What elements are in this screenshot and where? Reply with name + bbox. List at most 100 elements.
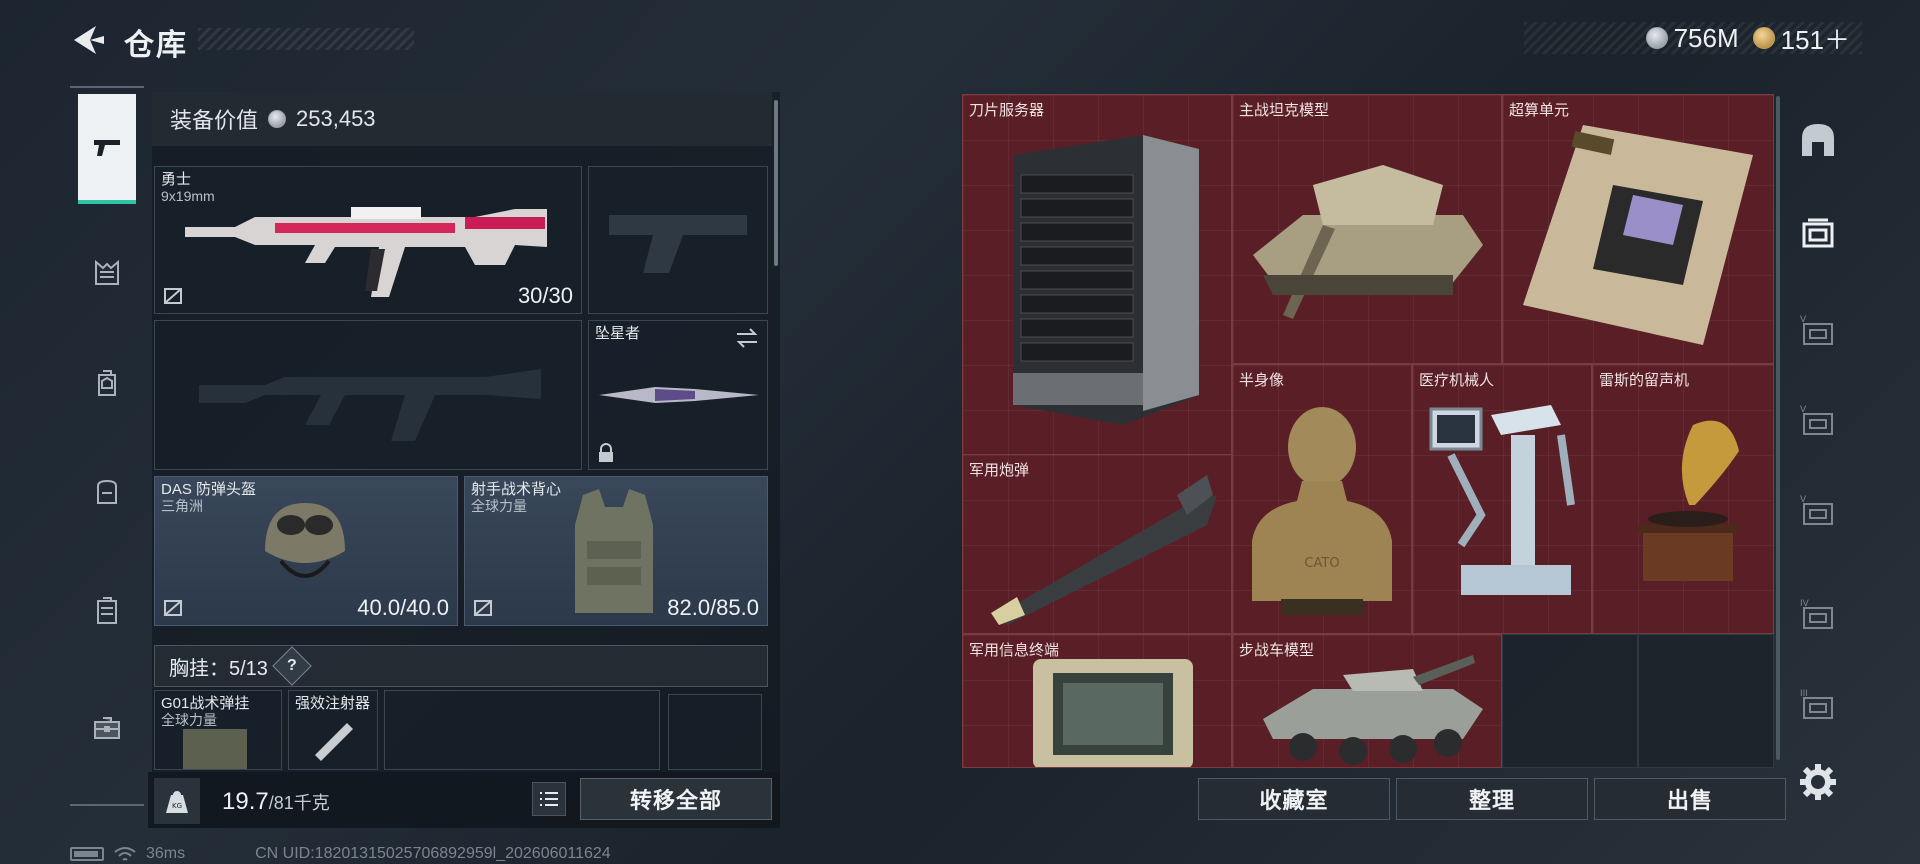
storage-item-tank-model[interactable]: 主战坦克模型: [1232, 94, 1502, 364]
vest-image: [575, 489, 653, 613]
injector-image: [315, 723, 353, 761]
wifi-icon: [114, 847, 136, 861]
storage-box-iii-icon: III: [1800, 689, 1833, 719]
organize-button[interactable]: 整理: [1396, 778, 1588, 820]
insured-flag-icon: [164, 288, 182, 304]
bust-inscription: CATO: [1304, 556, 1339, 571]
storage-slot-empty[interactable]: [1638, 634, 1774, 768]
storage-item-ifv-model[interactable]: 步战车模型: [1232, 634, 1502, 768]
rig-item-name: G01战术弹挂: [161, 695, 250, 712]
primary-weapon-durability: 30/30: [517, 283, 573, 308]
weight-icon: KG: [154, 778, 200, 824]
storage-box-v-icon: V: [1800, 405, 1833, 435]
storage-box-v-icon: V: [1800, 495, 1833, 525]
rig-slot-empty[interactable]: [668, 694, 762, 770]
nav-item-toolbox[interactable]: [78, 698, 136, 756]
tab-storage-1[interactable]: [1796, 212, 1840, 256]
nav-item-backpack[interactable]: [78, 462, 136, 520]
knife-image: [599, 387, 759, 403]
bust-image: CATO: [1252, 407, 1392, 615]
nav-item-weapons[interactable]: [78, 94, 136, 204]
title-decoration: [198, 28, 414, 50]
left-nav: [70, 86, 144, 806]
tab-safehouse[interactable]: [1796, 118, 1840, 162]
injector-slot[interactable]: 强效注射器: [288, 690, 378, 770]
item-name: 半身像: [1239, 372, 1285, 389]
item-name: 医疗机械人: [1419, 372, 1495, 389]
nav-divider: [70, 804, 144, 806]
weight-readout: 19.7/81千克: [222, 788, 330, 816]
rig-item-slot[interactable]: G01战术弹挂 全球力量: [154, 690, 282, 770]
tab-storage-4[interactable]: IV: [1796, 594, 1840, 638]
storage-slot-empty[interactable]: [1502, 634, 1638, 768]
nav-item-backpack-badge[interactable]: [78, 354, 136, 412]
storage-item-bust[interactable]: 半身像 CATO: [1232, 364, 1412, 634]
primary-weapon-slot[interactable]: 勇士 9x19mm 30/30: [154, 166, 582, 314]
smg-image: [185, 207, 547, 297]
insured-flag-icon: [474, 600, 492, 616]
gold-coin-icon: [1752, 27, 1775, 49]
terminal-image: [1033, 659, 1193, 767]
rifle-silhouette-icon: [199, 369, 541, 441]
tab-storage-5b[interactable]: V: [1796, 400, 1840, 444]
storage-item-artillery-shell[interactable]: 军用炮弹: [962, 454, 1232, 634]
rig-icon: [95, 259, 119, 285]
tab-storage-5c[interactable]: V: [1796, 490, 1840, 534]
storage-panel: 刀片服务器 主战坦克模型 超算单元 半身像 CATO 医疗机械人 雷斯的留声机 …: [962, 94, 1774, 768]
armor-name: 射手战术背心: [471, 481, 562, 498]
rig-grid-empty[interactable]: [384, 690, 660, 770]
silver-amount: 756M: [1673, 22, 1739, 53]
gramophone-image: [1637, 420, 1739, 581]
help-button[interactable]: ?: [272, 646, 312, 686]
melee-name: 坠星者: [595, 325, 641, 342]
currency-silver[interactable]: 756M: [1645, 22, 1739, 54]
lock-icon: [599, 443, 613, 462]
storage-scrollbar[interactable]: [1776, 96, 1780, 760]
storage-item-gramophone[interactable]: 雷斯的留声机: [1592, 364, 1774, 634]
status-line: 36ms CN UID:18201315025706892959l_202606…: [70, 845, 611, 863]
storage-item-military-terminal[interactable]: 军用信息终端: [962, 634, 1232, 768]
currency-gold[interactable]: 151＋: [1752, 20, 1850, 57]
pistol-slot-empty[interactable]: [588, 166, 768, 314]
pistol-silhouette-icon: [609, 215, 747, 273]
storage-item-compute-unit[interactable]: 超算单元: [1502, 94, 1774, 364]
uid-text: CN UID:18201315025706892959l_20260601162…: [255, 845, 611, 862]
ifv-image: [1263, 655, 1483, 765]
swap-icon[interactable]: [735, 327, 759, 349]
nav-item-case[interactable]: [78, 582, 136, 640]
tab-storage-5[interactable]: V: [1796, 310, 1840, 354]
item-name: 主战坦克模型: [1239, 102, 1330, 119]
equipment-scrollbar[interactable]: [774, 100, 778, 266]
storage-box-v-icon: V: [1800, 315, 1833, 345]
helmet-durability: 40.0/40.0: [357, 595, 449, 620]
melee-slot[interactable]: 坠星者: [588, 320, 768, 470]
medical-robot-image: [1429, 405, 1575, 595]
compute-board-image: [1523, 125, 1753, 345]
backpack-icon: [97, 479, 117, 504]
back-button[interactable]: [68, 20, 108, 60]
list-view-button[interactable]: [532, 782, 566, 816]
safehouse-icon: [1802, 124, 1834, 156]
ping-text: 36ms: [146, 845, 186, 862]
svg-text:IV: IV: [1800, 599, 1810, 609]
helmet-name: DAS 防弹头盔: [161, 481, 257, 498]
settings-button[interactable]: [1798, 762, 1838, 802]
sell-button[interactable]: 出售: [1594, 778, 1786, 820]
shell-image: [991, 475, 1217, 625]
collection-button[interactable]: 收藏室: [1198, 778, 1390, 820]
transfer-all-button[interactable]: 转移全部: [580, 778, 772, 820]
nav-item-rig[interactable]: [78, 244, 136, 302]
tab-storage-3[interactable]: III: [1796, 684, 1840, 728]
list-icon: [540, 792, 558, 806]
equipment-value-label: 装备价值: [170, 108, 259, 133]
svg-text:V: V: [1800, 405, 1807, 415]
insured-flag-icon: [164, 600, 182, 616]
secondary-weapon-slot-empty[interactable]: [154, 320, 582, 470]
weight-max: /81千克: [268, 793, 330, 813]
helmet-slot[interactable]: DAS 防弹头盔 三角洲 40.0/40.0: [154, 476, 458, 626]
item-name: 刀片服务器: [969, 102, 1045, 119]
helmet-faction: 三角洲: [161, 498, 203, 514]
injector-name: 强效注射器: [295, 695, 371, 712]
armor-slot[interactable]: 射手战术背心 全球力量 82.0/85.0: [464, 476, 768, 626]
storage-item-medical-robot[interactable]: 医疗机械人: [1412, 364, 1592, 634]
